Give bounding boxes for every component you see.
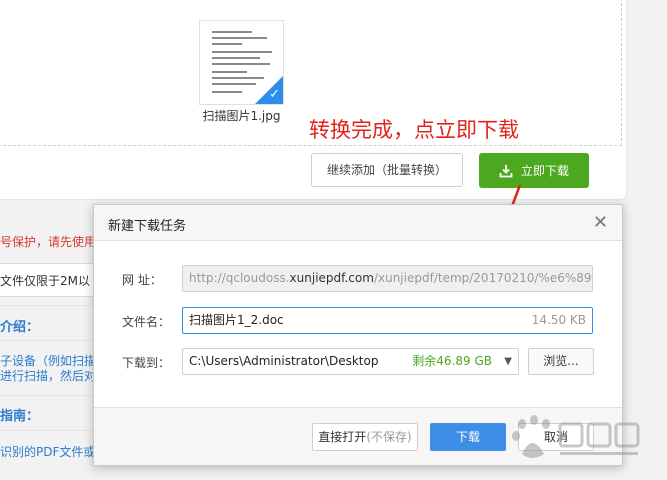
file-thumbnail[interactable]: ✓ xyxy=(199,20,284,105)
bg-pdf-text: 识别的PDF文件或 xyxy=(0,445,96,459)
path-value: C:\Users\Administrator\Desktop xyxy=(189,354,379,368)
open-directly-button[interactable]: 直接打开(不保存) xyxy=(312,423,418,451)
dialog-title: 新建下载任务 xyxy=(108,219,187,234)
save-path-select[interactable]: C:\Users\Administrator\Desktop 剩余46.89 G… xyxy=(182,348,519,375)
continue-add-button[interactable]: 继续添加（批量转换） xyxy=(311,153,463,187)
bg-limit-text: 文件仅限于2M以 xyxy=(0,274,90,288)
url-field[interactable]: http://qcloudoss.xunjiepdf.com/xunjiepdf… xyxy=(182,265,593,292)
divider xyxy=(0,395,96,396)
bg-guide-heading: 指南： xyxy=(0,409,40,424)
annotation-text: 转换完成，点立即下载 xyxy=(309,118,519,142)
new-download-dialog: 新建下载任务 ✕ 网 址： http://qcloudoss.xunjiepdf… xyxy=(93,204,623,466)
converter-card: ✓ 扫描图片1.jpg 转换完成，点立即下载 继续添加（批量转换） 立即下载 xyxy=(0,0,627,200)
chevron-down-icon[interactable]: ▼ xyxy=(504,349,512,374)
close-icon[interactable]: ✕ xyxy=(593,212,608,233)
url-suffix: /xunjiepdf/temp/20170210/%e6%89%a xyxy=(373,271,593,285)
file-size: 14.50 KB xyxy=(531,313,586,327)
bg-device-text-2: 进行扫描，然后对 xyxy=(0,369,97,383)
filename-value: 扫描图片1_2.doc xyxy=(189,313,284,327)
url-prefix: http://qcloudoss. xyxy=(189,271,290,285)
open-hint: (不保存) xyxy=(366,430,412,444)
browse-button[interactable]: 浏览... xyxy=(528,348,594,375)
saveto-label: 下载到： xyxy=(122,356,171,370)
cancel-button[interactable]: 取消 xyxy=(518,423,594,451)
filename-input[interactable]: 扫描图片1_2.doc 14.50 KB xyxy=(182,307,593,334)
filename-label: 文件名： xyxy=(122,315,171,329)
url-domain: xunjiepdf.com xyxy=(289,271,374,285)
open-label: 直接打开 xyxy=(318,430,367,444)
bg-warning-text: 号保护，请先使用 xyxy=(0,235,97,249)
download-button[interactable]: 下载 xyxy=(430,423,506,451)
divider xyxy=(0,430,96,431)
url-label: 网 址： xyxy=(122,273,162,287)
check-icon: ✓ xyxy=(269,87,280,102)
download-tray-icon xyxy=(499,164,513,177)
divider xyxy=(0,305,96,306)
thumbnail-file-name: 扫描图片1.jpg xyxy=(202,109,281,123)
download-now-label: 立即下载 xyxy=(520,164,569,178)
divider xyxy=(0,340,96,341)
dialog-header[interactable]: 新建下载任务 ✕ xyxy=(94,205,622,241)
free-space: 剩余46.89 GB xyxy=(412,354,492,368)
bg-intro-heading: 介绍： xyxy=(0,320,40,335)
